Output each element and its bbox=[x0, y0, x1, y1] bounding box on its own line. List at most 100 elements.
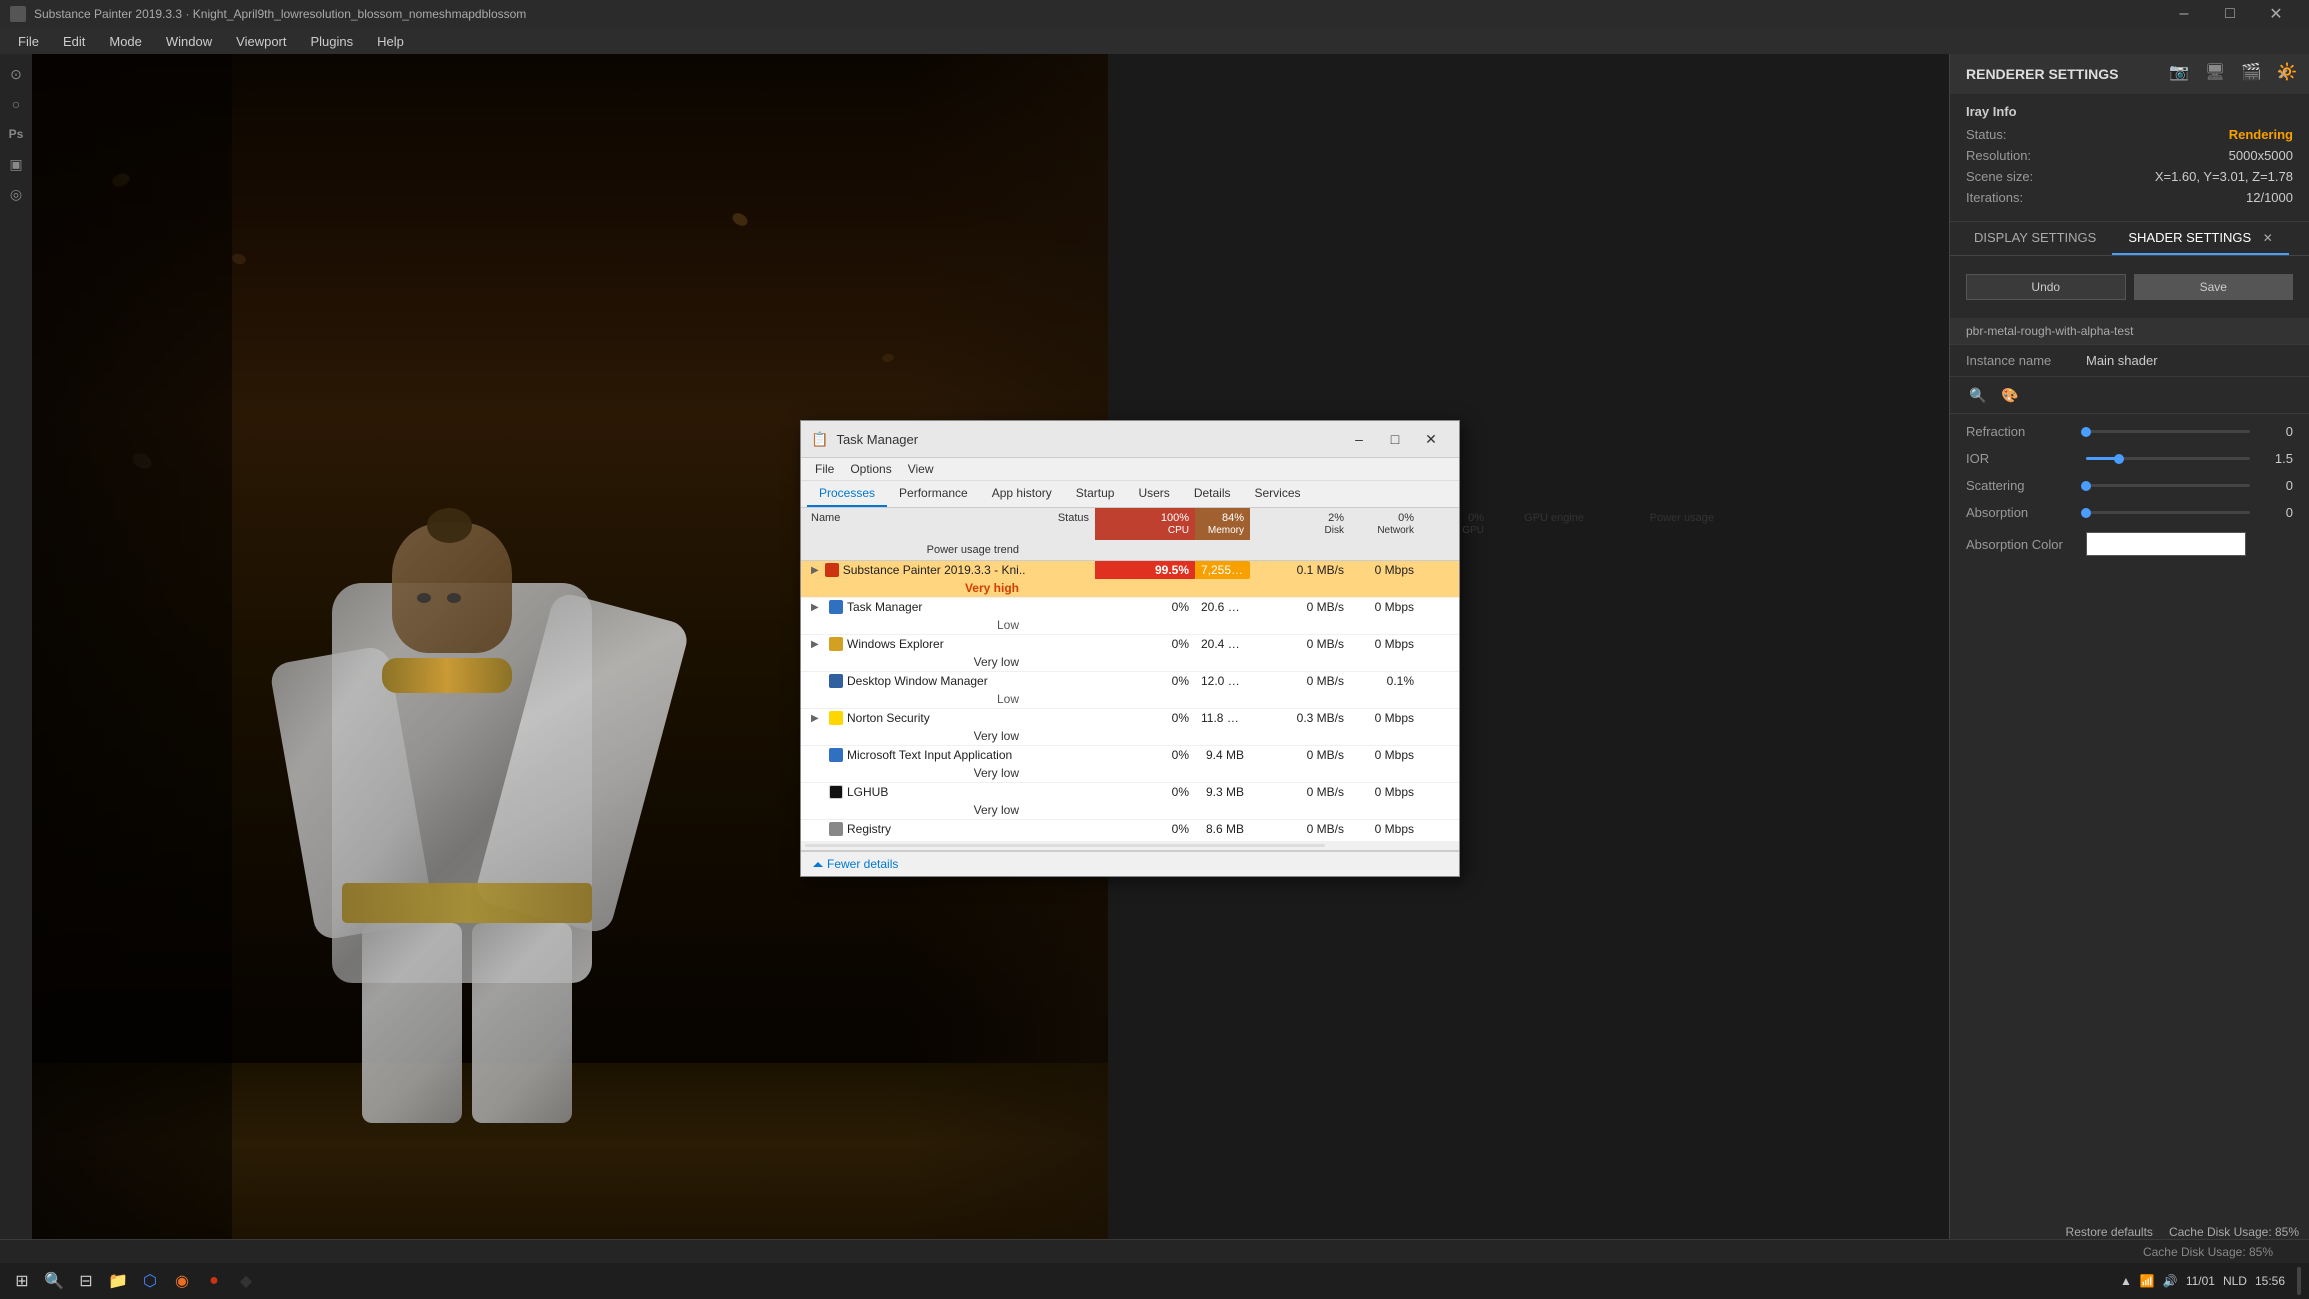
col-disk[interactable]: 2%Disk bbox=[1250, 508, 1350, 540]
expand-arrow[interactable]: ▶ bbox=[811, 639, 823, 650]
restore-defaults-button[interactable]: Restore defaults bbox=[2066, 1225, 2153, 1239]
fewer-details-button[interactable]: Fewer details bbox=[813, 857, 898, 871]
proc-cpu: 0% bbox=[1095, 709, 1195, 727]
absorption-thumb[interactable] bbox=[2081, 508, 2091, 518]
col-network[interactable]: 0%Network bbox=[1350, 508, 1420, 540]
sidebar-icon-textures[interactable]: ▣ bbox=[4, 152, 28, 176]
tm-maximize-button[interactable]: □ bbox=[1377, 427, 1413, 451]
paint-icon[interactable]: 🎨 bbox=[1998, 383, 2022, 407]
table-row[interactable]: ▶ Microsoft Text Input Application 0% 9.… bbox=[801, 746, 1459, 783]
proc-disk: 0 MB/s bbox=[1250, 746, 1350, 764]
video-icon[interactable]: 🎬 bbox=[2237, 58, 2265, 86]
firefox-taskbar[interactable]: ◉ bbox=[168, 1267, 196, 1295]
menu-item-plugins[interactable]: Plugins bbox=[300, 32, 363, 51]
menu-item-file[interactable]: File bbox=[8, 32, 49, 51]
col-memory[interactable]: 84%Memory bbox=[1195, 508, 1250, 540]
settings-tabs: DISPLAY SETTINGS SHADER SETTINGS ✕ bbox=[1950, 222, 2309, 256]
table-row[interactable]: ▶ LGHUB 0% 9.3 MB 0 MB/s 0 Mbps 0% Very … bbox=[801, 783, 1459, 820]
show-desktop-button[interactable] bbox=[2297, 1267, 2301, 1295]
refraction-track bbox=[2086, 430, 2250, 433]
expand-arrow[interactable]: ▶ bbox=[811, 565, 819, 576]
col-power[interactable]: Power usage bbox=[1590, 508, 1720, 540]
table-row[interactable]: ▶ Registry 0% 8.6 MB 0 MB/s 0 Mbps 0% Ve… bbox=[801, 820, 1459, 841]
refraction-slider[interactable]: 0 bbox=[2086, 424, 2293, 439]
render-icon[interactable]: 🔆 bbox=[2273, 58, 2301, 86]
col-gpu-engine[interactable]: GPU engine bbox=[1490, 508, 1590, 540]
tab-display-settings[interactable]: DISPLAY SETTINGS bbox=[1958, 222, 2112, 255]
tab-shader-settings[interactable]: SHADER SETTINGS ✕ bbox=[2112, 222, 2288, 255]
tm-scroll-indicator bbox=[801, 841, 1459, 851]
app1-taskbar[interactable]: ● bbox=[200, 1267, 228, 1295]
tm-tab-app-history[interactable]: App history bbox=[980, 481, 1064, 507]
ior-thumb[interactable] bbox=[2114, 454, 2124, 464]
search-button[interactable]: 🔍 bbox=[40, 1267, 68, 1295]
save-button[interactable]: Save bbox=[2134, 274, 2294, 300]
tm-title-bar: 📋 Task Manager – □ ✕ bbox=[801, 421, 1459, 458]
task-view-button[interactable]: ⊟ bbox=[72, 1267, 100, 1295]
start-button[interactable]: ⊞ bbox=[8, 1267, 36, 1295]
proc-cpu: 0% bbox=[1095, 635, 1195, 653]
table-row[interactable]: ▶ Substance Painter 2019.3.3 - Kni... 99… bbox=[801, 561, 1459, 598]
sidebar-icon-layers[interactable]: ⊙ bbox=[4, 62, 28, 86]
shader-sliders: Refraction 0 IOR 1.5 Scattering bbox=[1950, 414, 2309, 578]
tm-tab-startup[interactable]: Startup bbox=[1064, 481, 1127, 507]
undo-button[interactable]: Undo bbox=[1966, 274, 2126, 300]
proc-disk: 0 MB/s bbox=[1250, 598, 1350, 616]
menu-item-mode[interactable]: Mode bbox=[99, 32, 152, 51]
tm-tab-details[interactable]: Details bbox=[1182, 481, 1243, 507]
edge-browser-taskbar[interactable]: ⬡ bbox=[136, 1267, 164, 1295]
tm-minimize-button[interactable]: – bbox=[1341, 427, 1377, 451]
maximize-button[interactable]: □ bbox=[2207, 0, 2253, 28]
proc-cpu: 99.5% bbox=[1095, 561, 1195, 579]
sidebar-icon-effects[interactable]: ◎ bbox=[4, 182, 28, 206]
tm-tab-processes[interactable]: Processes bbox=[807, 481, 887, 507]
scattering-slider[interactable]: 0 bbox=[2086, 478, 2293, 493]
tm-process-list: ▶ Substance Painter 2019.3.3 - Kni... 99… bbox=[801, 561, 1459, 841]
menu-item-help[interactable]: Help bbox=[367, 32, 414, 51]
tray-expand-icon[interactable]: ▲ bbox=[2120, 1274, 2132, 1288]
tm-menu-file[interactable]: File bbox=[807, 460, 842, 478]
col-gpu[interactable]: 0%GPU bbox=[1420, 508, 1490, 540]
proc-cpu: 0% bbox=[1095, 783, 1195, 801]
table-row[interactable]: ▶ Desktop Window Manager 0% 12.0 MB 0 MB… bbox=[801, 672, 1459, 709]
table-row[interactable]: ▶ Windows Explorer 0% 20.4 MB 0 MB/s 0 M… bbox=[801, 635, 1459, 672]
app2-taskbar[interactable]: ◆ bbox=[232, 1267, 260, 1295]
refraction-thumb[interactable] bbox=[2081, 427, 2091, 437]
proc-disk: 0 MB/s bbox=[1250, 820, 1350, 838]
tm-tab-users[interactable]: Users bbox=[1126, 481, 1181, 507]
table-row[interactable]: ▶ Task Manager 0% 20.6 MB 0 MB/s 0 Mbps … bbox=[801, 598, 1459, 635]
table-row[interactable]: ▶ Norton Security 0% 11.8 MB 0.3 MB/s 0 … bbox=[801, 709, 1459, 746]
camera-icon[interactable]: 📷 bbox=[2165, 58, 2193, 86]
expand-arrow[interactable]: ▶ bbox=[811, 602, 823, 613]
absorption-color-swatch[interactable] bbox=[2086, 532, 2246, 556]
menu-item-window[interactable]: Window bbox=[156, 32, 222, 51]
display-icon[interactable]: 🖥 bbox=[2201, 58, 2229, 86]
bottom-status-bar: Restore defaults Cache Disk Usage: 85% bbox=[2066, 1225, 2299, 1239]
absorption-slider[interactable]: 0 bbox=[2086, 505, 2293, 520]
ior-slider[interactable]: 1.5 bbox=[2086, 451, 2293, 466]
expand-arrow[interactable]: ▶ bbox=[811, 713, 823, 724]
menu-item-viewport[interactable]: Viewport bbox=[226, 32, 296, 51]
tm-icon: 📋 bbox=[811, 431, 828, 448]
tm-close-button[interactable]: ✕ bbox=[1413, 427, 1449, 451]
tm-tab-services[interactable]: Services bbox=[1243, 481, 1313, 507]
tm-menu-options[interactable]: Options bbox=[842, 460, 899, 478]
tab-close-icon[interactable]: ✕ bbox=[2263, 231, 2273, 245]
scattering-thumb[interactable] bbox=[2081, 481, 2091, 491]
col-cpu[interactable]: 100%CPU bbox=[1095, 508, 1195, 540]
volume-icon: 🔊 bbox=[2163, 1274, 2178, 1288]
file-explorer-taskbar[interactable]: 📁 bbox=[104, 1267, 132, 1295]
sidebar-icon-materials[interactable]: ○ bbox=[4, 92, 28, 116]
minimize-button[interactable]: – bbox=[2161, 0, 2207, 28]
col-name[interactable]: Name bbox=[805, 508, 1025, 540]
sidebar-icon-ps[interactable]: Ps bbox=[4, 122, 28, 146]
tm-menu-view[interactable]: View bbox=[900, 460, 942, 478]
system-tray: ▲ 📶 🔊 11/01 NLD 15:56 bbox=[2112, 1274, 2293, 1288]
proc-memory: 8.6 MB bbox=[1195, 820, 1250, 838]
zoom-icon[interactable]: 🔍 bbox=[1966, 383, 1990, 407]
col-status[interactable]: Status bbox=[1025, 508, 1095, 540]
close-button[interactable]: ✕ bbox=[2253, 0, 2299, 28]
tm-tab-performance[interactable]: Performance bbox=[887, 481, 980, 507]
menu-item-edit[interactable]: Edit bbox=[53, 32, 95, 51]
col-power-trend[interactable]: Power usage trend bbox=[805, 540, 1025, 560]
